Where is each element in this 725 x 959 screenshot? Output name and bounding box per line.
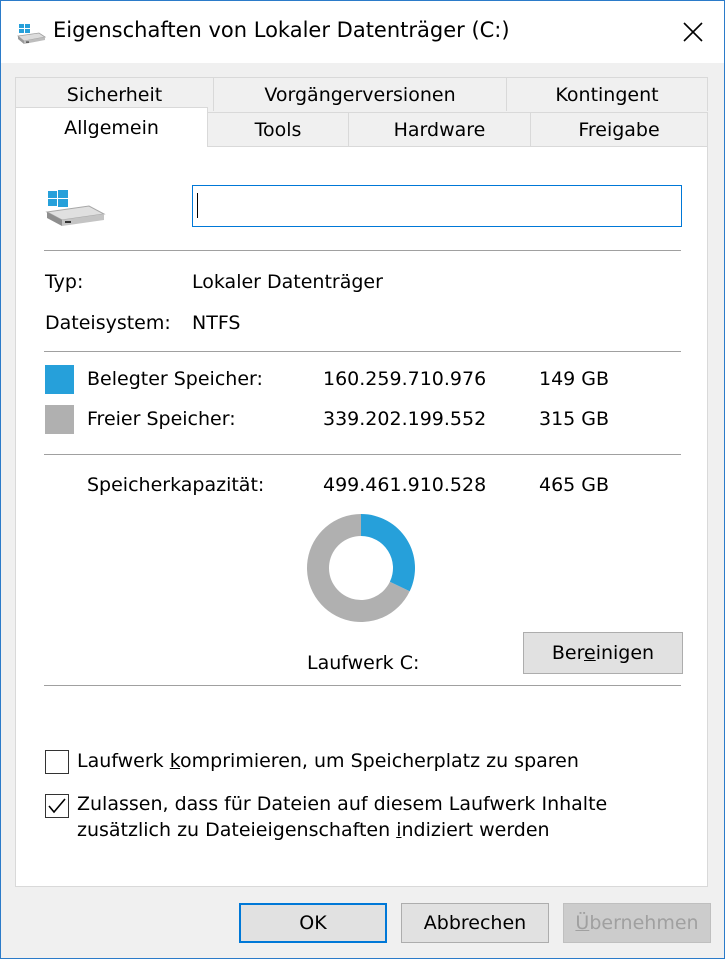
tab-vorgaengerversionen[interactable]: Vorgängerversionen [213,77,507,111]
windows-drive-icon [45,190,106,226]
filesystem-label: Dateisystem: [45,312,171,334]
type-label: Typ: [45,271,84,293]
cleanup-label: Bereinigen [551,642,655,664]
checkmark-icon [48,798,66,814]
separator [44,454,681,455]
drive-name-input[interactable] [192,185,682,227]
close-icon [683,22,703,42]
used-space-label: Belegter Speicher: [87,368,263,390]
compress-label[interactable]: Laufwerk komprimieren, um Speicherplatz … [77,750,579,772]
filesystem-value: NTFS [192,312,241,334]
free-space-gb: 315 GB [539,408,610,430]
used-space-arc [361,514,415,592]
compress-checkbox[interactable] [45,750,69,774]
drive-icon [17,24,46,44]
tab-freigabe[interactable]: Freigabe [530,112,708,146]
used-space-bytes: 160.259.710.976 [323,368,487,390]
tab-hardware[interactable]: Hardware [348,112,531,146]
usage-donut-chart [307,514,415,622]
apply-button[interactable]: Übernehmen [563,903,711,943]
used-space-swatch [45,365,74,394]
separator [44,685,681,686]
free-space-label: Freier Speicher: [87,408,236,430]
capacity-gb: 465 GB [539,474,610,496]
index-label-line2[interactable]: zusätzlich zu Dateieigenschaften indizie… [77,819,550,841]
separator [44,351,681,352]
tab-sicherheit[interactable]: Sicherheit [15,77,214,111]
tab-tools[interactable]: Tools [207,112,349,146]
cancel-button[interactable]: Abbrechen [401,903,549,943]
separator [44,250,681,251]
tab-row-front: Tools Hardware Freigabe Allgemein [15,107,708,148]
title-bar[interactable]: Eigenschaften von Lokaler Datenträger (C… [1,1,724,63]
index-label-line1[interactable]: Zulassen, dass für Dateien auf diesem La… [77,793,607,815]
type-value: Lokaler Datenträger [192,271,383,293]
used-space-gb: 149 GB [539,368,610,390]
ok-button[interactable]: OK [239,903,387,943]
window-title: Eigenschaften von Lokaler Datenträger (C… [53,18,510,42]
capacity-bytes: 499.461.910.528 [323,474,487,496]
capacity-label: Speicherkapazität: [87,474,265,496]
index-checkbox[interactable] [45,794,69,818]
free-space-bytes: 339.202.199.552 [323,408,487,430]
drive-label: Laufwerk C: [307,652,420,674]
free-space-swatch [45,405,74,434]
close-button[interactable] [662,1,724,63]
apply-label: Übernehmen [575,912,699,934]
cleanup-button[interactable]: Bereinigen [523,632,683,674]
text-caret [197,193,198,218]
properties-dialog: Eigenschaften von Lokaler Datenträger (C… [0,0,725,959]
general-panel: Typ: Lokaler Datenträger Dateisystem: NT… [15,146,708,887]
tab-kontingent[interactable]: Kontingent [506,77,708,111]
tab-allgemein[interactable]: Allgemein [15,107,208,147]
